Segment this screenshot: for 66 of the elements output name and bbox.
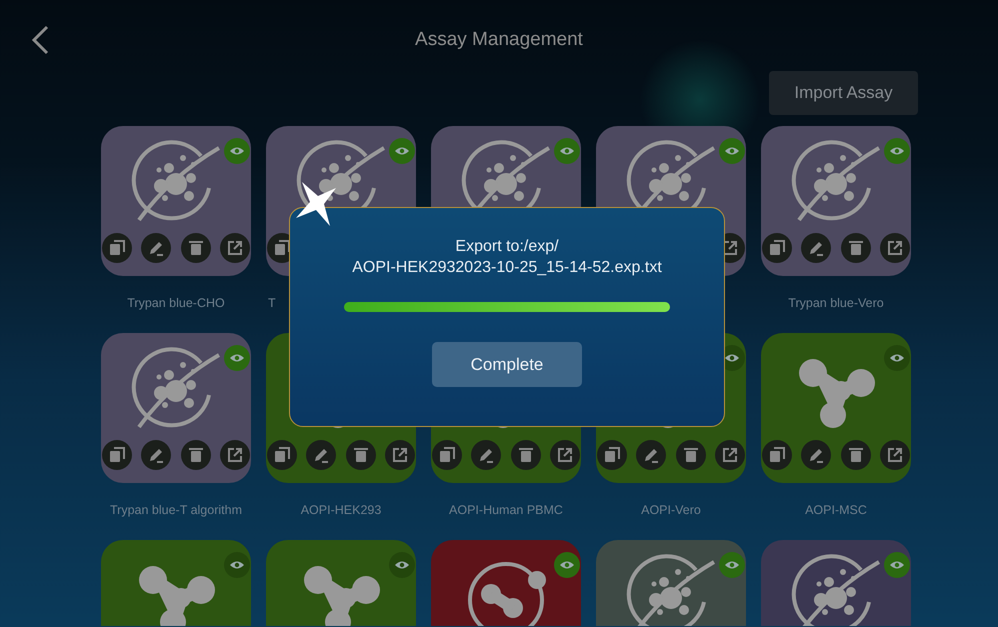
eye-icon[interactable] — [389, 138, 415, 164]
assay-name: Trypan blue-Vero — [787, 295, 885, 312]
complete-button[interactable]: Complete — [432, 342, 582, 387]
back-icon[interactable] — [30, 24, 50, 56]
copy-icon — [767, 238, 787, 258]
edit-button[interactable] — [471, 440, 502, 470]
assay-tile[interactable] — [101, 333, 251, 483]
edit-button[interactable] — [141, 440, 172, 470]
assay-name: AOPI-Vero — [640, 502, 702, 519]
export-button[interactable] — [714, 440, 745, 470]
eye-icon[interactable] — [224, 552, 250, 578]
copy-icon — [107, 445, 127, 465]
copy-button[interactable] — [762, 233, 792, 263]
copy-button[interactable] — [267, 440, 297, 470]
assay-tile[interactable] — [761, 333, 911, 483]
eye-icon[interactable] — [719, 138, 745, 164]
eye-icon[interactable] — [884, 138, 910, 164]
delete-button[interactable] — [676, 440, 706, 470]
copy-icon — [107, 238, 127, 258]
edit-button[interactable] — [801, 440, 832, 470]
delete-button[interactable] — [840, 233, 871, 263]
export-button[interactable] — [220, 440, 250, 470]
eye-icon[interactable] — [224, 138, 250, 164]
copy-icon — [272, 238, 292, 258]
delete-button[interactable] — [840, 440, 871, 470]
copy-button[interactable] — [102, 440, 132, 470]
copy-icon — [602, 445, 622, 465]
copy-button[interactable] — [762, 440, 792, 470]
export-button[interactable] — [384, 440, 415, 470]
delete-button[interactable] — [510, 440, 541, 470]
copy-button[interactable] — [432, 440, 462, 470]
eye-icon[interactable] — [719, 552, 745, 578]
edit-button[interactable] — [801, 233, 832, 263]
copy-icon — [437, 445, 457, 465]
copy-icon — [767, 445, 787, 465]
export-message: AOPI-HEK2932023-10-25_15-14-52.exp.txt — [352, 258, 662, 278]
edit-button[interactable] — [636, 440, 666, 470]
copy-icon — [272, 445, 292, 465]
export-button[interactable] — [880, 440, 910, 470]
delete-button[interactable] — [346, 440, 376, 470]
edit-button[interactable] — [141, 233, 172, 263]
assay-name: AOPI-MSC — [804, 502, 868, 519]
export-button[interactable] — [550, 440, 580, 470]
page-title: Assay Management — [415, 28, 583, 52]
assay-tile[interactable] — [761, 126, 911, 276]
export-button[interactable] — [220, 233, 250, 263]
copy-button[interactable] — [597, 440, 627, 470]
delete-button[interactable] — [180, 233, 211, 263]
assay-name: AOPI-HEK293 — [300, 502, 382, 519]
assay-name: AOPI-Human PBMC — [448, 502, 564, 519]
eye-icon[interactable] — [554, 552, 580, 578]
edit-button[interactable] — [306, 440, 336, 470]
assay-name: T — [267, 295, 277, 312]
eye-icon[interactable] — [224, 345, 250, 371]
copy-button[interactable] — [102, 233, 132, 263]
eye-icon[interactable] — [389, 552, 415, 578]
assay-tile[interactable] — [101, 126, 251, 276]
delete-button[interactable] — [180, 440, 211, 470]
export-button[interactable] — [880, 233, 910, 263]
import-assay-button[interactable]: Import Assay — [769, 71, 918, 115]
assay-name: Trypan blue-CHO — [126, 295, 226, 312]
eye-icon[interactable] — [554, 138, 580, 164]
export-message: Export to:/exp/ — [454, 237, 560, 257]
assay-name: Trypan blue-T algorithm — [108, 502, 243, 519]
eye-icon[interactable] — [884, 552, 910, 578]
eye-icon[interactable] — [884, 345, 910, 371]
